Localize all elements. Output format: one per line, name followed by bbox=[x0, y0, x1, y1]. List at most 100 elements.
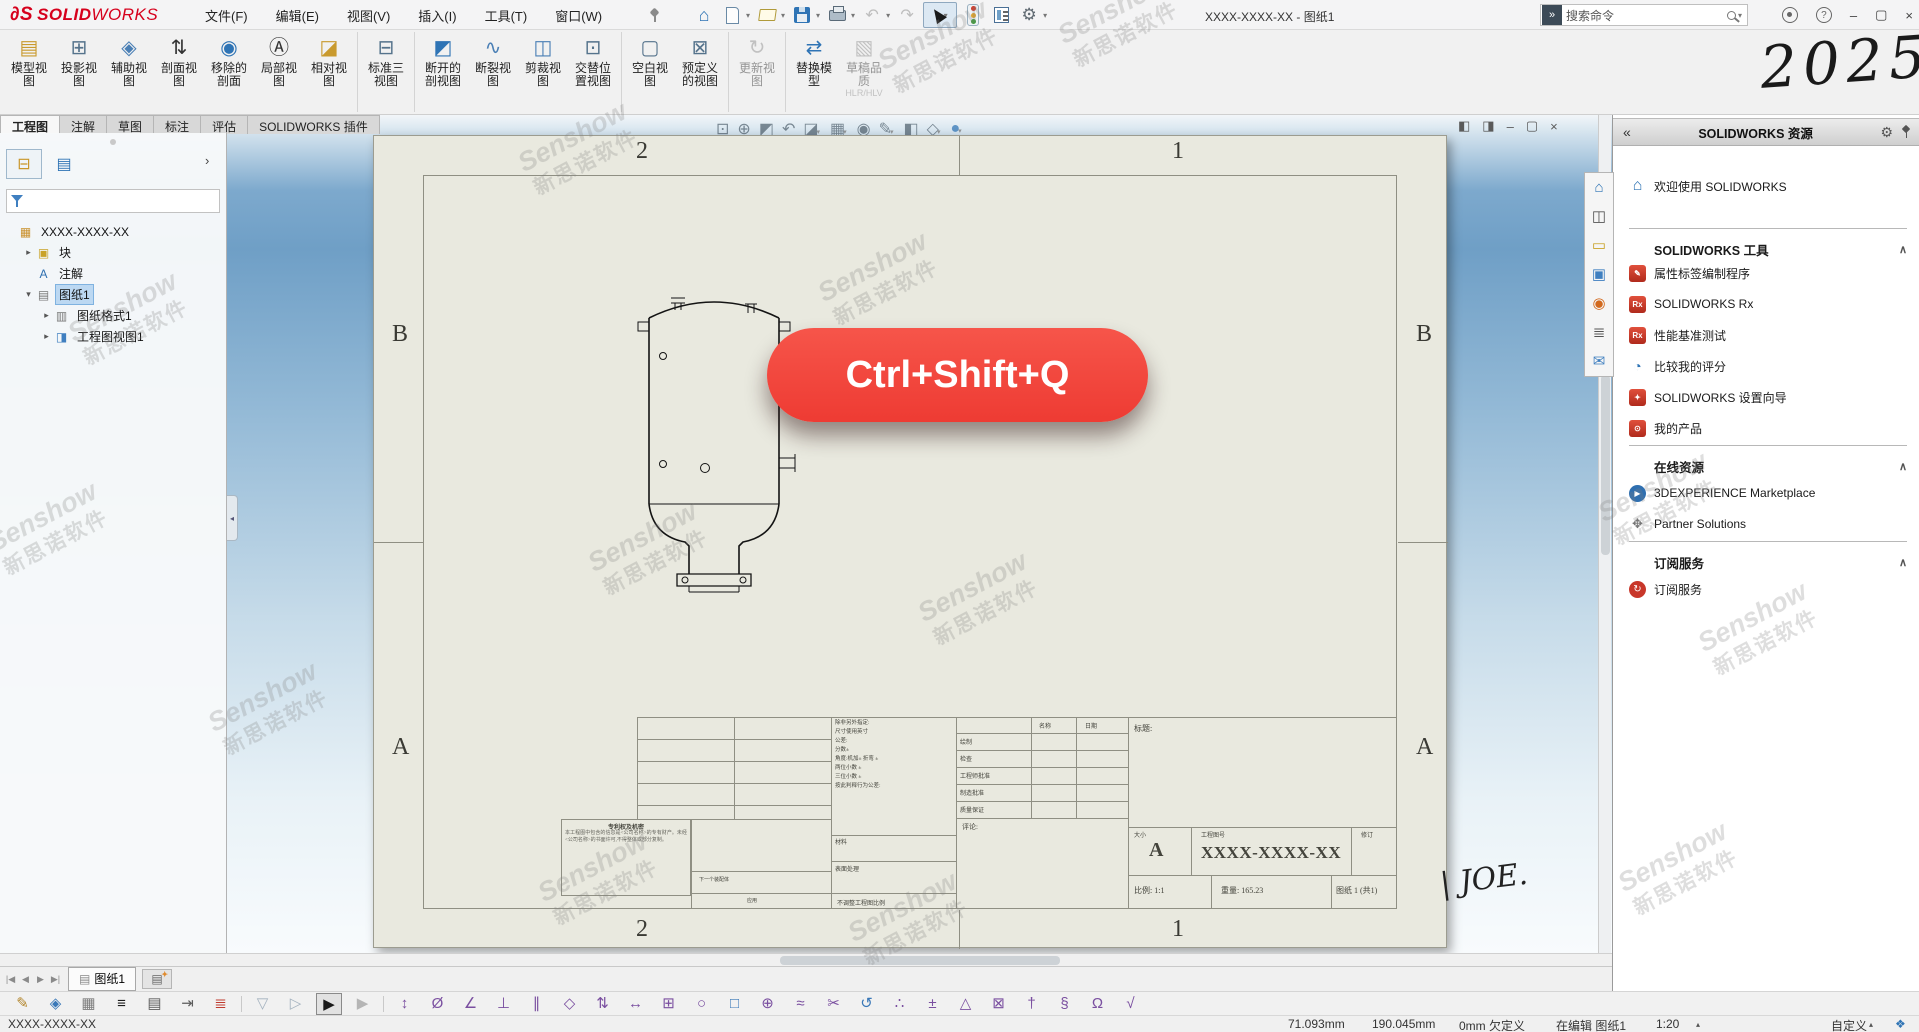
ribbon-button[interactable] bbox=[357, 32, 358, 112]
open-icon[interactable] bbox=[755, 3, 779, 27]
toolbar-icon[interactable]: ✎ bbox=[6, 993, 39, 1015]
ribbon-button[interactable]: ⊡ 交替位置视图 bbox=[568, 30, 618, 114]
ribbon-button[interactable]: ⇄ 替换模型 bbox=[789, 30, 839, 114]
sheet-tab-active[interactable]: ▤ 图纸1 bbox=[68, 967, 136, 991]
home-icon[interactable]: ⌂ bbox=[692, 3, 716, 27]
toolbar-icon[interactable]: ≈ bbox=[784, 993, 817, 1015]
command-tab[interactable]: 评估 bbox=[200, 115, 247, 134]
sheet-nav-icon[interactable]: ▶| bbox=[49, 974, 62, 985]
horizontal-scrollbar[interactable] bbox=[0, 953, 1612, 966]
toolbar-icon[interactable]: ↔ bbox=[619, 993, 652, 1015]
toolbar-icon[interactable]: √ bbox=[1114, 993, 1147, 1015]
panel-expand-chevron[interactable]: › bbox=[205, 153, 209, 168]
toolbar-icon[interactable]: ∠ bbox=[454, 993, 487, 1015]
graphics-area[interactable]: ⊡⊕◩↶◪▾▦▾◉✎▾◧◇▾●▾ ◧◨–▢× 2 1 2 1 B A B A bbox=[0, 115, 1612, 953]
toolbar-icon[interactable] bbox=[237, 993, 246, 1015]
doc-window-button[interactable]: ◨ bbox=[1482, 118, 1494, 134]
units-dropdown-icon[interactable]: ▴ bbox=[1869, 1020, 1873, 1029]
window-maximize-button[interactable]: ▢ bbox=[1875, 7, 1887, 23]
new-document-icon[interactable] bbox=[720, 3, 744, 27]
ribbon-button[interactable] bbox=[414, 32, 415, 112]
task-pane-tab-icon[interactable]: ◫ bbox=[1585, 202, 1613, 231]
command-tab[interactable]: 注解 bbox=[59, 115, 106, 134]
ribbon-button[interactable]: ◪ 相对视图 bbox=[304, 30, 354, 114]
section-collapse-icon[interactable]: ∧ bbox=[1899, 243, 1907, 256]
doc-window-button[interactable]: ▢ bbox=[1526, 118, 1538, 134]
toolbar-icon[interactable]: ↺ bbox=[850, 993, 883, 1015]
toolbar-icon[interactable]: ± bbox=[916, 993, 949, 1015]
select-tool-button[interactable]: ▾ bbox=[923, 2, 957, 28]
panel-collapse-handle[interactable]: ◂ bbox=[227, 495, 238, 541]
doc-window-button[interactable]: × bbox=[1550, 119, 1558, 134]
toolbar-icon[interactable]: ◈ bbox=[39, 993, 72, 1015]
toolbar-icon[interactable]: Ø bbox=[421, 993, 454, 1015]
toolbar-icon[interactable]: ▤ bbox=[138, 993, 171, 1015]
toolbar-icon[interactable]: ↕ bbox=[388, 993, 421, 1015]
sheet-nav-icon[interactable]: |◀ bbox=[4, 974, 17, 985]
window-close-button[interactable]: × bbox=[1905, 8, 1913, 23]
ribbon-button[interactable] bbox=[785, 32, 786, 112]
pane-pin-icon[interactable] bbox=[1901, 125, 1911, 139]
expand-arrow-icon[interactable]: ▸ bbox=[40, 310, 53, 321]
ribbon-button[interactable]: ↻ 更新视图 bbox=[732, 30, 782, 114]
toolbar-icon[interactable]: ⇅ bbox=[586, 993, 619, 1015]
save-icon[interactable] bbox=[790, 3, 814, 27]
ribbon-button[interactable]: ▤ 模型视图 bbox=[4, 30, 54, 114]
toolbar-icon[interactable]: ▦ bbox=[72, 993, 105, 1015]
toolbar-icon[interactable]: ≡ bbox=[105, 993, 138, 1015]
tree-node[interactable]: A 注解 bbox=[0, 263, 224, 284]
section-collapse-icon[interactable]: ∧ bbox=[1899, 556, 1907, 569]
toolbar-icon[interactable]: Ω bbox=[1081, 993, 1114, 1015]
pin-icon[interactable] bbox=[648, 8, 660, 22]
ribbon-button[interactable]: ◩ 断开的剖视图 bbox=[418, 30, 468, 114]
toolbar-icon[interactable]: ▶ bbox=[316, 993, 342, 1015]
ribbon-button[interactable]: ▧ 草稿品质 HLR/HLV bbox=[839, 30, 889, 114]
menu-item[interactable]: 工具(T) bbox=[485, 6, 528, 25]
task-pane-row[interactable]: Rx 性能基准测试 bbox=[1629, 325, 1907, 345]
menu-item[interactable]: 视图(V) bbox=[347, 6, 390, 25]
account-icon[interactable] bbox=[1782, 7, 1798, 23]
task-pane-tab-icon[interactable]: ⌂ bbox=[1585, 173, 1613, 202]
task-pane-row[interactable]: ✥ Partner Solutions bbox=[1629, 514, 1907, 534]
sheet-nav-icon[interactable]: ◀ bbox=[19, 974, 32, 985]
ribbon-button[interactable] bbox=[621, 32, 622, 112]
help-icon[interactable]: ? bbox=[1816, 7, 1832, 23]
print-icon[interactable] bbox=[825, 3, 849, 27]
command-tab[interactable]: 标注 bbox=[153, 115, 200, 134]
status-units[interactable]: 自定义 bbox=[1831, 1017, 1867, 1032]
options-list-icon[interactable] bbox=[989, 3, 1013, 27]
task-pane-row[interactable]: ◔ 比较我的评分 bbox=[1629, 356, 1907, 376]
command-tab[interactable]: 草图 bbox=[106, 115, 153, 134]
ribbon-button[interactable]: ⊞ 投影视图 bbox=[54, 30, 104, 114]
menu-item[interactable]: 插入(I) bbox=[418, 6, 456, 25]
expand-arrow-icon[interactable]: ▾ bbox=[22, 289, 35, 300]
panel-splitter-dot[interactable] bbox=[110, 139, 116, 145]
task-pane-tab-icon[interactable]: ≣ bbox=[1585, 318, 1613, 347]
ribbon-button[interactable]: ⊟ 标准三视图 bbox=[361, 30, 411, 114]
toolbar-icon[interactable] bbox=[379, 993, 388, 1015]
command-tab[interactable]: 工程图 bbox=[0, 115, 59, 134]
toolbar-icon[interactable]: ⊠ bbox=[982, 993, 1015, 1015]
task-pane-row[interactable]: ▶ 3DEXPERIENCE Marketplace bbox=[1629, 483, 1907, 503]
ribbon-button[interactable]: ⊠ 预定义的视图 bbox=[675, 30, 725, 114]
expand-arrow-icon[interactable]: ▸ bbox=[22, 247, 35, 258]
task-pane-tab-icon[interactable]: ◉ bbox=[1585, 289, 1613, 318]
ribbon-button[interactable]: ⇅ 剖面视图 bbox=[154, 30, 204, 114]
task-pane-row[interactable]: ✎ 属性标签编制程序 bbox=[1629, 263, 1907, 283]
task-pane-row[interactable]: ⌂ 欢迎使用 SOLIDWORKS bbox=[1629, 176, 1907, 196]
settings-gear-icon[interactable]: ⚙ bbox=[1017, 3, 1041, 27]
vertical-scroll-thumb[interactable] bbox=[1601, 375, 1610, 555]
task-pane-row[interactable]: ✦ SOLIDWORKS 设置向导 bbox=[1629, 387, 1907, 407]
command-tab[interactable]: SOLIDWORKS 插件 bbox=[247, 115, 380, 134]
tag-icon[interactable]: ❖ bbox=[1895, 1017, 1906, 1031]
expand-arrow-icon[interactable]: ▸ bbox=[40, 331, 53, 342]
toolbar-icon[interactable]: ⊕ bbox=[751, 993, 784, 1015]
toolbar-icon[interactable]: ◇ bbox=[553, 993, 586, 1015]
filter-input[interactable] bbox=[29, 194, 219, 208]
tree-node[interactable]: ▸ ▣ 块 bbox=[0, 242, 224, 263]
ribbon-button[interactable]: ▢ 空白视图 bbox=[625, 30, 675, 114]
tree-filter[interactable] bbox=[6, 189, 220, 213]
command-search[interactable]: » 搜索命令 ▾ bbox=[1540, 4, 1748, 26]
menu-item[interactable]: 编辑(E) bbox=[276, 6, 319, 25]
toolbar-icon[interactable]: □ bbox=[718, 993, 751, 1015]
